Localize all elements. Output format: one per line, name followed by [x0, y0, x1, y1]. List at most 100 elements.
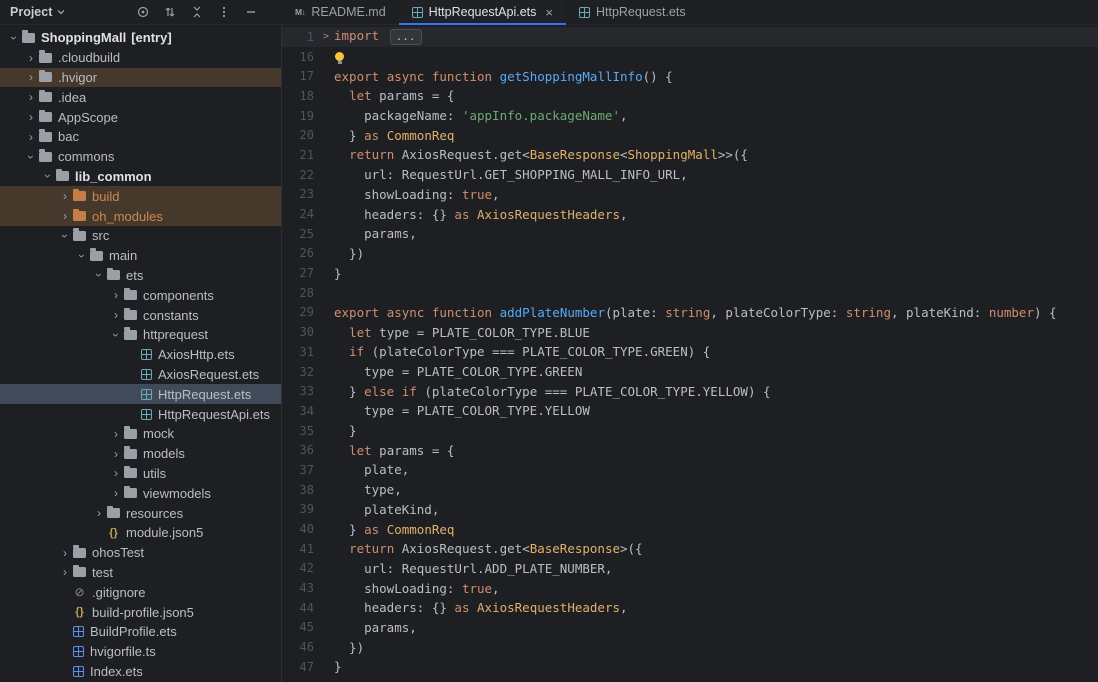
code-line-28[interactable]: 28 — [282, 283, 1098, 303]
chevron-collapsed-icon[interactable]: › — [57, 565, 73, 579]
tree-item-utils[interactable]: ›utils — [0, 464, 281, 484]
code-line-30[interactable]: 30 let type = PLATE_COLOR_TYPE.BLUE — [282, 322, 1098, 342]
code-line-29[interactable]: 29export async function addPlateNumber(p… — [282, 303, 1098, 323]
tree-item-components[interactable]: ›components — [0, 285, 281, 305]
tree-item-bac[interactable]: ›bac — [0, 127, 281, 147]
chevron-collapsed-icon[interactable]: › — [108, 427, 124, 441]
close-tab-icon[interactable]: × — [545, 6, 553, 19]
tree-item-test[interactable]: ›test — [0, 563, 281, 583]
tab-HttpRequestApi.ets[interactable]: HttpRequestApi.ets× — [399, 0, 566, 24]
code-line-42[interactable]: 42 url: RequestUrl.ADD_PLATE_NUMBER, — [282, 559, 1098, 579]
swap-vertical-icon[interactable] — [163, 5, 177, 19]
code-line-39[interactable]: 39 plateKind, — [282, 500, 1098, 520]
tree-item-AxiosHttp.ets[interactable]: AxiosHttp.ets — [0, 345, 281, 365]
chevron-expanded-icon[interactable]: › — [7, 30, 21, 46]
code-line-40[interactable]: 40 } as CommonReq — [282, 519, 1098, 539]
tree-item-AppScope[interactable]: ›AppScope — [0, 107, 281, 127]
tree-item-constants[interactable]: ›constants — [0, 305, 281, 325]
chevron-collapsed-icon[interactable]: › — [23, 130, 39, 144]
code-line-44[interactable]: 44 headers: {} as AxiosRequestHeaders, — [282, 598, 1098, 618]
code-line-35[interactable]: 35 } — [282, 421, 1098, 441]
code-line-1[interactable]: 1>import ... — [282, 27, 1098, 47]
code-line-37[interactable]: 37 plate, — [282, 460, 1098, 480]
code-line-27[interactable]: 27} — [282, 263, 1098, 283]
tree-item-module.json5[interactable]: {}module.json5 — [0, 523, 281, 543]
hide-panel-icon[interactable] — [244, 5, 258, 19]
chevron-collapsed-icon[interactable]: › — [108, 486, 124, 500]
tree-item-src[interactable]: ›src — [0, 226, 281, 246]
code-line-19[interactable]: 19 packageName: 'appInfo.packageName', — [282, 106, 1098, 126]
tree-item-main[interactable]: ›main — [0, 246, 281, 266]
folded-region[interactable]: ... — [390, 29, 422, 45]
code-line-47[interactable]: 47} — [282, 657, 1098, 677]
tree-item-.idea[interactable]: ›.idea — [0, 87, 281, 107]
chevron-collapsed-icon[interactable]: › — [57, 209, 73, 223]
tree-item-oh_modules[interactable]: ›oh_modules — [0, 206, 281, 226]
code-line-43[interactable]: 43 showLoading: true, — [282, 578, 1098, 598]
tree-item-ShoppingMall[interactable]: ›ShoppingMall[entry] — [0, 28, 281, 48]
tree-item-viewmodels[interactable]: ›viewmodels — [0, 483, 281, 503]
tree-item-.gitignore[interactable]: ⊘.gitignore — [0, 582, 281, 602]
code-line-38[interactable]: 38 type, — [282, 480, 1098, 500]
chevron-collapsed-icon[interactable]: › — [23, 110, 39, 124]
chevron-expanded-icon[interactable]: › — [24, 149, 38, 165]
locate-file-icon[interactable] — [136, 5, 150, 19]
chevron-down-icon[interactable] — [56, 5, 66, 20]
tree-item-AxiosRequest.ets[interactable]: AxiosRequest.ets — [0, 365, 281, 385]
tree-item-.hvigor[interactable]: ›.hvigor — [0, 68, 281, 88]
tree-item-BuildProfile.ets[interactable]: BuildProfile.ets — [0, 622, 281, 642]
chevron-collapsed-icon[interactable]: › — [108, 308, 124, 322]
code-line-23[interactable]: 23 showLoading: true, — [282, 185, 1098, 205]
chevron-collapsed-icon[interactable]: › — [23, 90, 39, 104]
code-line-17[interactable]: 17export async function getShoppingMallI… — [282, 66, 1098, 86]
code-editor[interactable]: 1>import ...1617export async function ge… — [282, 25, 1098, 682]
intention-bulb-icon[interactable] — [335, 52, 344, 61]
code-line-25[interactable]: 25 params, — [282, 224, 1098, 244]
tree-item-build-profile.json5[interactable]: {}build-profile.json5 — [0, 602, 281, 622]
tree-item-commons[interactable]: ›commons — [0, 147, 281, 167]
chevron-collapsed-icon[interactable]: › — [91, 506, 107, 520]
tree-item-hvigorfile.ts[interactable]: hvigorfile.ts — [0, 642, 281, 662]
code-line-33[interactable]: 33 } else if (plateColorType === PLATE_C… — [282, 381, 1098, 401]
code-line-45[interactable]: 45 params, — [282, 618, 1098, 638]
project-panel-title[interactable]: Project — [10, 5, 52, 19]
tree-item-models[interactable]: ›models — [0, 444, 281, 464]
tree-item-resources[interactable]: ›resources — [0, 503, 281, 523]
chevron-expanded-icon[interactable]: › — [92, 267, 106, 283]
tree-item-HttpRequest.ets[interactable]: HttpRequest.ets — [0, 384, 281, 404]
code-line-24[interactable]: 24 headers: {} as AxiosRequestHeaders, — [282, 204, 1098, 224]
tree-item-mock[interactable]: ›mock — [0, 424, 281, 444]
code-line-22[interactable]: 22 url: RequestUrl.GET_SHOPPING_MALL_INF… — [282, 165, 1098, 185]
chevron-collapsed-icon[interactable]: › — [23, 51, 39, 65]
tree-item-build[interactable]: ›build — [0, 186, 281, 206]
tree-item-HttpRequestApi.ets[interactable]: HttpRequestApi.ets — [0, 404, 281, 424]
chevron-collapsed-icon[interactable]: › — [57, 189, 73, 203]
fold-arrow-icon[interactable]: > — [318, 31, 334, 42]
code-line-46[interactable]: 46 }) — [282, 637, 1098, 657]
tree-item-ohosTest[interactable]: ›ohosTest — [0, 543, 281, 563]
chevron-expanded-icon[interactable]: › — [75, 248, 89, 264]
code-line-34[interactable]: 34 type = PLATE_COLOR_TYPE.YELLOW — [282, 401, 1098, 421]
tab-HttpRequest.ets[interactable]: HttpRequest.ets — [566, 0, 699, 24]
code-line-26[interactable]: 26 }) — [282, 244, 1098, 264]
chevron-expanded-icon[interactable]: › — [41, 168, 55, 184]
chevron-expanded-icon[interactable]: › — [109, 327, 123, 343]
tree-item-.cloudbuild[interactable]: ›.cloudbuild — [0, 48, 281, 68]
chevron-collapsed-icon[interactable]: › — [57, 546, 73, 560]
tree-item-lib_common[interactable]: ›lib_common — [0, 167, 281, 187]
tree-item-httprequest[interactable]: ›httprequest — [0, 325, 281, 345]
code-line-20[interactable]: 20 } as CommonReq — [282, 125, 1098, 145]
tab-README.md[interactable]: M↓README.md — [282, 0, 399, 24]
code-line-36[interactable]: 36 let params = { — [282, 440, 1098, 460]
tree-item-Index.ets[interactable]: Index.ets — [0, 662, 281, 682]
code-line-18[interactable]: 18 let params = { — [282, 86, 1098, 106]
more-options-icon[interactable] — [217, 5, 231, 19]
code-line-31[interactable]: 31 if (plateColorType === PLATE_COLOR_TY… — [282, 342, 1098, 362]
chevron-collapsed-icon[interactable]: › — [23, 70, 39, 84]
code-line-16[interactable]: 16 — [282, 47, 1098, 67]
code-line-32[interactable]: 32 type = PLATE_COLOR_TYPE.GREEN — [282, 362, 1098, 382]
collapse-all-icon[interactable] — [190, 5, 204, 19]
chevron-collapsed-icon[interactable]: › — [108, 288, 124, 302]
chevron-expanded-icon[interactable]: › — [58, 228, 72, 244]
tree-item-ets[interactable]: ›ets — [0, 266, 281, 286]
